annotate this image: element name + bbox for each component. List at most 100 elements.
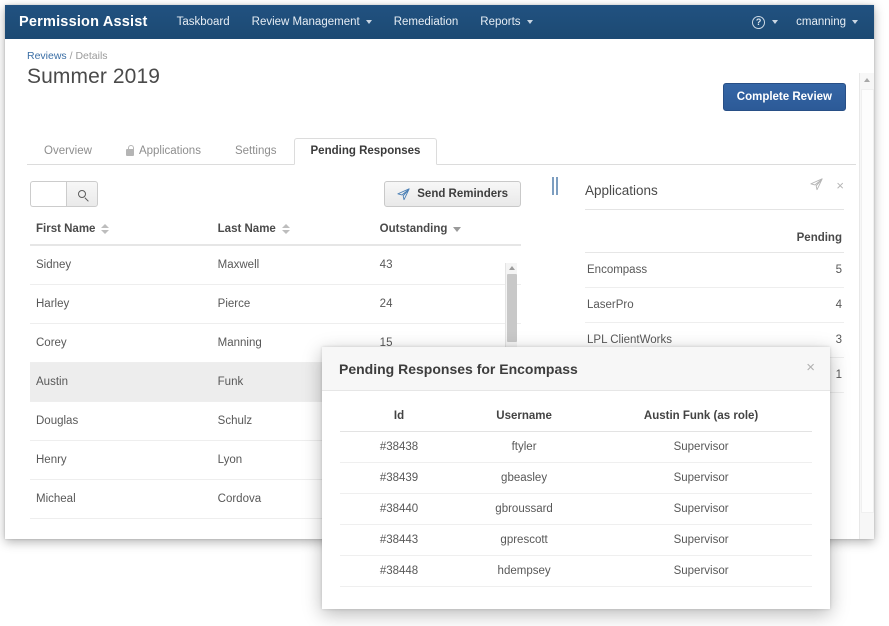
modal-table-head: Id Username Austin Funk (as role) <box>340 401 812 432</box>
pending-responses-modal: Pending Responses for Encompass × Id Use… <box>322 347 830 609</box>
cell-id: #38440 <box>340 493 458 525</box>
table-row[interactable]: #38443 gprescott Supervisor <box>340 524 812 556</box>
tab-settings[interactable]: Settings <box>218 138 294 165</box>
modal-title: Pending Responses for Encompass <box>339 360 578 377</box>
cell-role: Supervisor <box>590 431 812 463</box>
tab-label: Applications <box>138 145 201 157</box>
column-header-first-name[interactable]: First Name <box>30 214 212 246</box>
help-menu[interactable]: ? <box>744 5 788 39</box>
cell-first-name: Harley <box>30 284 212 324</box>
search-icon <box>78 190 86 198</box>
table-row[interactable]: #38440 gbroussard Supervisor <box>340 493 812 525</box>
send-reminders-button[interactable]: Send Reminders <box>384 181 521 207</box>
tab-overview[interactable]: Overview <box>27 138 109 165</box>
tab-label: Overview <box>44 145 92 157</box>
nav-item-label: Remediation <box>393 16 459 28</box>
column-header-label: Last Name <box>217 223 276 235</box>
cell-pending-count: 4 <box>751 287 844 323</box>
paper-plane-icon[interactable] <box>810 178 824 193</box>
splitter-bar <box>552 177 554 195</box>
cell-role: Supervisor <box>590 493 812 525</box>
search-button[interactable] <box>66 181 98 207</box>
app-brand[interactable]: Permission Assist <box>19 14 148 30</box>
tab-label: Pending Responses <box>310 145 421 157</box>
nav-item-label: Review Management <box>251 16 360 28</box>
column-header-pending: Pending <box>751 210 844 253</box>
cell-id: #38443 <box>340 524 458 556</box>
cell-first-name: Micheal <box>30 479 212 519</box>
applications-panel-actions: × <box>810 178 844 193</box>
close-icon[interactable]: × <box>806 360 815 375</box>
column-header-role: Austin Funk (as role) <box>590 401 812 432</box>
question-circle-icon: ? <box>752 15 766 29</box>
cell-last-name: Pierce <box>211 284 374 324</box>
table-row[interactable]: Sidney Maxwell 43 <box>30 245 521 285</box>
user-menu[interactable]: cmanning <box>788 5 864 39</box>
cell-application-name: LaserPro <box>585 287 752 323</box>
nav-item-reports[interactable]: Reports <box>469 5 543 39</box>
tab-applications[interactable]: Applications <box>109 138 218 165</box>
sort-descending-icon <box>453 224 462 234</box>
nav-item-label: Taskboard <box>176 16 230 28</box>
table-row[interactable]: #38438 ftyler Supervisor <box>340 431 812 463</box>
column-header-last-name[interactable]: Last Name <box>211 214 374 246</box>
nav-item-review-management[interactable]: Review Management <box>241 5 383 39</box>
lock-icon <box>125 144 135 156</box>
column-header-label: First Name <box>36 223 96 235</box>
people-table-head: First Name Last Name Outstanding <box>30 214 521 246</box>
tab-pending-responses[interactable]: Pending Responses <box>293 138 438 165</box>
chevron-down-icon <box>852 20 858 24</box>
sort-both-icon <box>101 223 110 234</box>
column-header-id: Id <box>340 401 458 432</box>
scrollbar-thumb[interactable] <box>507 274 517 342</box>
sort-both-icon <box>281 223 290 234</box>
column-header-outstanding[interactable]: Outstanding <box>373 214 521 246</box>
cell-first-name: Sidney <box>30 245 212 285</box>
cell-first-name: Austin <box>30 362 212 402</box>
cell-application-name: Encompass <box>585 252 752 288</box>
complete-review-button[interactable]: Complete Review <box>722 83 846 111</box>
cell-outstanding: 24 <box>373 284 521 324</box>
panel-splitter[interactable] <box>551 177 561 199</box>
cell-first-name: Corey <box>30 323 212 363</box>
modal-table: Id Username Austin Funk (as role) #38438… <box>340 401 812 587</box>
breadcrumb: Reviews / Details <box>27 50 108 62</box>
table-row[interactable]: Harley Pierce 24 <box>30 284 521 324</box>
breadcrumb-link-reviews[interactable]: Reviews <box>27 50 67 62</box>
column-header-username: Username <box>458 401 591 432</box>
scroll-up-arrow-icon[interactable] <box>864 78 870 82</box>
chevron-down-icon <box>772 20 779 24</box>
list-item[interactable]: Encompass 5 <box>585 252 844 288</box>
close-icon[interactable]: × <box>836 179 844 192</box>
cell-pending-count: 5 <box>751 252 844 288</box>
nav-item-taskboard[interactable]: Taskboard <box>166 5 241 39</box>
pane-toolbar: Send Reminders <box>23 172 543 214</box>
scroll-up-arrow-icon[interactable] <box>509 266 515 270</box>
column-header-application <box>585 210 752 253</box>
cell-role: Supervisor <box>590 524 812 556</box>
cell-username: gprescott <box>458 524 591 556</box>
navbar-right-group: ? cmanning <box>744 5 864 39</box>
applications-panel-header: Applications × <box>585 172 844 210</box>
breadcrumb-current: Details <box>75 50 108 62</box>
send-reminders-label: Send Reminders <box>417 188 508 200</box>
cell-role: Supervisor <box>590 555 812 587</box>
nav-item-remediation[interactable]: Remediation <box>383 5 470 39</box>
table-row[interactable]: #38448 hdempsey Supervisor <box>340 555 812 587</box>
page-vertical-scrollbar[interactable] <box>859 73 874 539</box>
breadcrumb-separator: / <box>69 50 73 62</box>
tab-bar: Overview Applications Settings Pending R… <box>27 138 856 165</box>
cell-first-name: Henry <box>30 440 212 480</box>
cell-username: gbeasley <box>458 462 591 494</box>
top-navbar: Permission Assist Taskboard Review Manag… <box>5 5 874 39</box>
cell-outstanding: 43 <box>373 245 521 285</box>
search-input[interactable] <box>30 181 66 207</box>
table-header-row: Id Username Austin Funk (as role) <box>340 401 812 432</box>
table-row[interactable]: #38439 gbeasley Supervisor <box>340 462 812 494</box>
modal-header: Pending Responses for Encompass × <box>322 347 830 391</box>
list-item[interactable]: LaserPro 4 <box>585 287 844 323</box>
user-menu-label: cmanning <box>796 16 846 28</box>
scrollbar-thumb[interactable] <box>861 89 874 513</box>
applications-table-head: Pending <box>585 210 844 253</box>
splitter-bar <box>556 177 558 195</box>
